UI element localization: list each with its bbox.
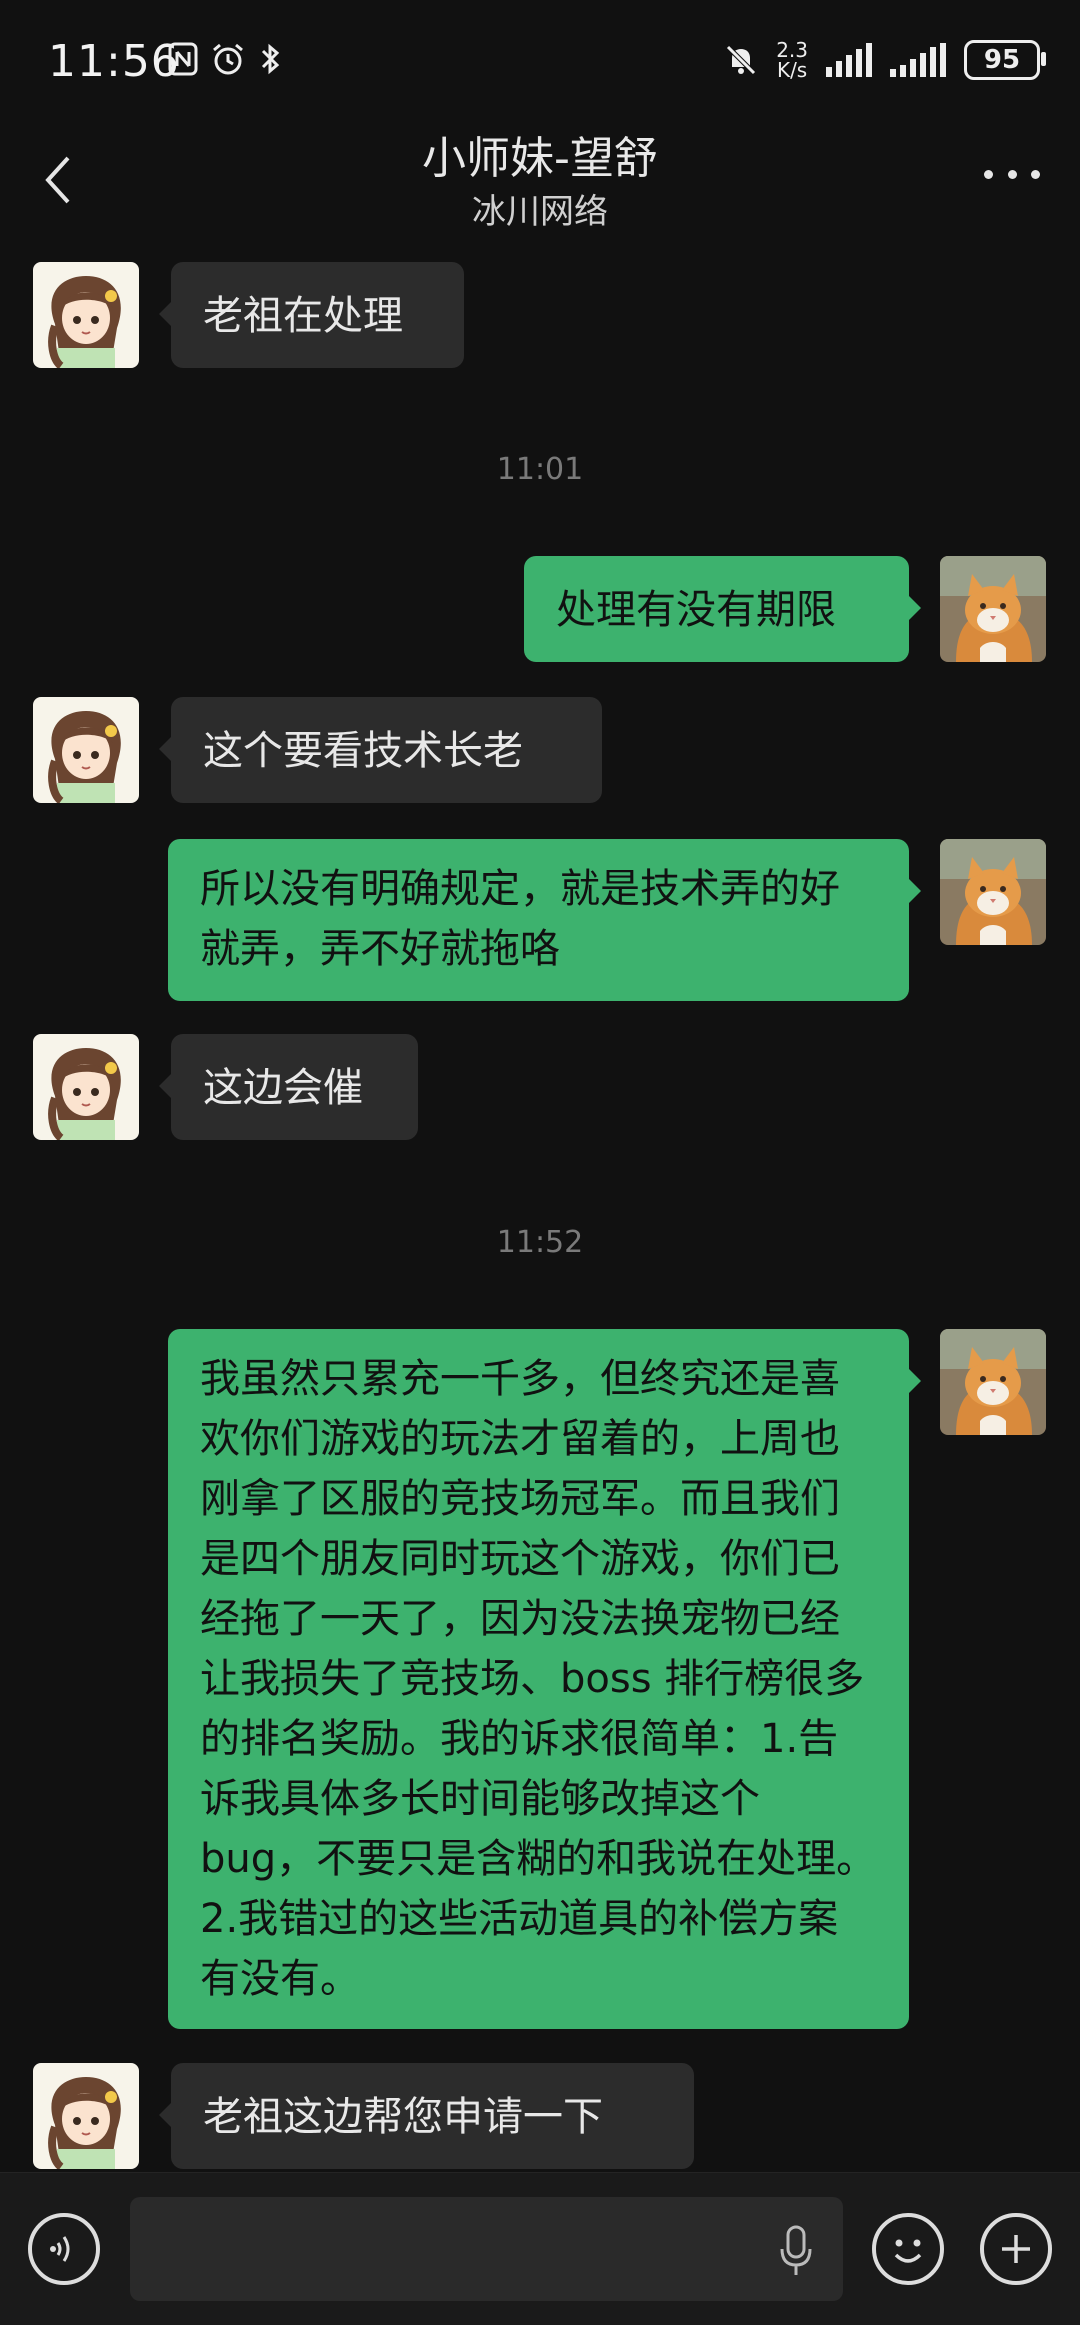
outgoing-message[interactable]: 我虽然只累充一千多，但终究还是喜欢你们游戏的玩法才留着的，上周也刚拿了区服的竞技… [168,1329,921,2029]
incoming-message[interactable]: 老祖在处理 [159,262,464,368]
outgoing-message[interactable]: 处理有没有期限 [524,556,921,662]
contact-avatar[interactable] [33,697,139,803]
incoming-message[interactable]: 这边会催 [159,1034,418,1140]
contact-avatar[interactable] [33,2063,139,2169]
signal-icon [890,43,946,77]
message-timestamp: 11:52 [496,1225,584,1260]
chat-input-bar [0,2172,1080,2325]
net-speed: 2.3 K/s [776,40,808,80]
my-avatar[interactable] [940,556,1046,662]
chat-subtitle: 冰川网络 [472,192,608,232]
net-speed-value: 2.3 [776,38,808,62]
contact-avatar[interactable] [33,1034,139,1140]
emoji-icon[interactable] [872,2213,944,2285]
battery-indicator: 95 [964,40,1046,80]
microphone-icon[interactable] [778,2225,814,2277]
my-avatar[interactable] [940,1329,1046,1435]
clock: 11:56 [48,36,180,87]
chat-title: 小师妹-望舒 [422,133,658,184]
net-speed-unit: K/s [776,58,808,82]
incoming-message[interactable]: 这个要看技术长老 [159,697,602,803]
battery-level: 95 [983,45,1021,75]
outgoing-message[interactable]: 所以没有明确规定，就是技术弄的好就弄，弄不好就拖咯 [168,839,921,1001]
more-options-icon[interactable] [984,170,1040,184]
signal-icon [826,43,872,77]
add-attachment-icon[interactable] [980,2213,1052,2285]
status-bar: 11:56 2.3 K/s 95 [0,0,1080,120]
nfc-icon [168,42,198,76]
incoming-message[interactable]: 老祖这边帮您申请一下 [159,2063,694,2169]
mute-icon [726,45,756,75]
message-timestamp: 11:01 [496,452,584,487]
bluetooth-icon [261,43,280,75]
message-input[interactable] [130,2197,843,2301]
voice-toggle-icon[interactable] [28,2213,100,2285]
contact-avatar[interactable] [33,262,139,368]
alarm-icon [213,43,243,75]
my-avatar[interactable] [940,839,1046,945]
